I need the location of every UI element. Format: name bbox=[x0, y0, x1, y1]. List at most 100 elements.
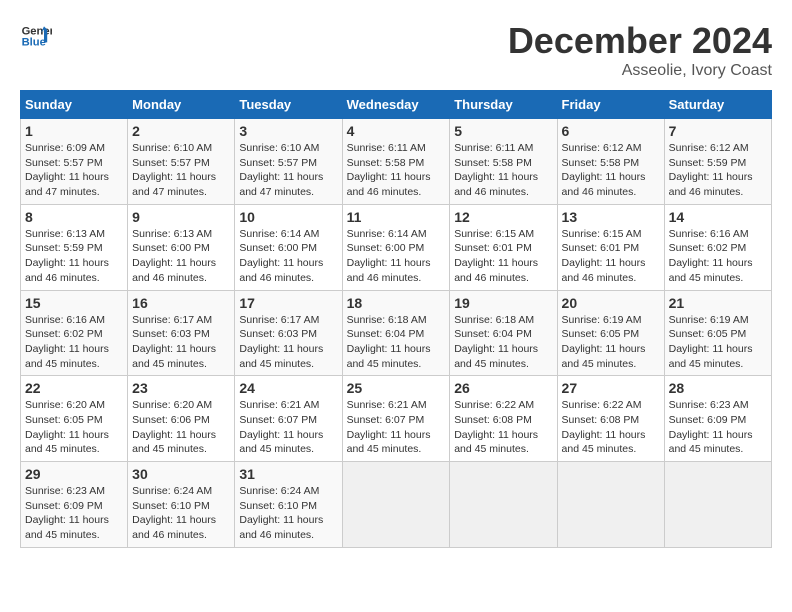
svg-text:Blue: Blue bbox=[22, 37, 46, 49]
day-number: 22 bbox=[25, 380, 123, 396]
calendar-week-0: 1 Sunrise: 6:09 AMSunset: 5:57 PMDaylight… bbox=[21, 119, 772, 205]
day-info: Sunrise: 6:18 AMSunset: 6:04 PMDaylight:… bbox=[454, 313, 552, 372]
calendar-cell: 10Sunrise: 6:14 AMSunset: 6:00 PMDayligh… bbox=[235, 204, 342, 290]
calendar-cell: 30Sunrise: 6:24 AMSunset: 6:10 PMDayligh… bbox=[128, 462, 235, 548]
day-number: 11 bbox=[347, 209, 446, 225]
logo: General Blue bbox=[20, 20, 52, 52]
day-info: Sunrise: 6:21 AMSunset: 6:07 PMDaylight:… bbox=[347, 398, 446, 457]
day-number: 27 bbox=[562, 380, 660, 396]
day-number: 7 bbox=[669, 123, 767, 139]
day-info: Sunrise: 6:16 AMSunset: 6:02 PMDaylight:… bbox=[25, 313, 123, 372]
day-info: Sunrise: 6:21 AMSunset: 6:07 PMDaylight:… bbox=[239, 398, 337, 457]
calendar-cell bbox=[664, 462, 771, 548]
calendar-cell: 20 Sunrise: 6:19 AMSunset: 6:05 PMDayligh… bbox=[557, 290, 664, 376]
calendar-week-2: 15 Sunrise: 6:16 AMSunset: 6:02 PMDayligh… bbox=[21, 290, 772, 376]
calendar-table: SundayMondayTuesdayWednesdayThursdayFrid… bbox=[20, 90, 772, 548]
calendar-cell: 8 Sunrise: 6:13 AMSunset: 5:59 PMDaylight… bbox=[21, 204, 128, 290]
day-number: 13 bbox=[562, 209, 660, 225]
day-number: 8 bbox=[25, 209, 123, 225]
calendar-cell: 16Sunrise: 6:17 AMSunset: 6:03 PMDayligh… bbox=[128, 290, 235, 376]
header-friday: Friday bbox=[557, 91, 664, 119]
calendar-cell: 27 Sunrise: 6:22 AMSunset: 6:08 PMDayligh… bbox=[557, 376, 664, 462]
day-number: 12 bbox=[454, 209, 552, 225]
header-sunday: Sunday bbox=[21, 91, 128, 119]
calendar-cell: 5 Sunrise: 6:11 AMSunset: 5:58 PMDaylight… bbox=[450, 119, 557, 205]
day-number: 19 bbox=[454, 295, 552, 311]
calendar-cell: 17 Sunrise: 6:17 AMSunset: 6:03 PMDayligh… bbox=[235, 290, 342, 376]
day-info: Sunrise: 6:14 AMSunset: 6:00 PMDaylight:… bbox=[239, 227, 337, 286]
day-info: Sunrise: 6:12 AMSunset: 5:59 PMDaylight:… bbox=[669, 141, 767, 200]
day-info: Sunrise: 6:23 AMSunset: 6:09 PMDaylight:… bbox=[669, 398, 767, 457]
day-number: 6 bbox=[562, 123, 660, 139]
calendar-cell: 19 Sunrise: 6:18 AMSunset: 6:04 PMDayligh… bbox=[450, 290, 557, 376]
day-number: 30 bbox=[132, 466, 230, 482]
day-number: 2 bbox=[132, 123, 230, 139]
day-number: 29 bbox=[25, 466, 123, 482]
day-info: Sunrise: 6:20 AMSunset: 6:06 PMDaylight:… bbox=[132, 398, 230, 457]
day-info: Sunrise: 6:23 AMSunset: 6:09 PMDaylight:… bbox=[25, 484, 123, 543]
day-info: Sunrise: 6:10 AMSunset: 5:57 PMDaylight:… bbox=[239, 141, 337, 200]
calendar-cell: 1 Sunrise: 6:09 AMSunset: 5:57 PMDaylight… bbox=[21, 119, 128, 205]
day-number: 23 bbox=[132, 380, 230, 396]
calendar-week-3: 22 Sunrise: 6:20 AMSunset: 6:05 PMDayligh… bbox=[21, 376, 772, 462]
calendar-cell: 15 Sunrise: 6:16 AMSunset: 6:02 PMDayligh… bbox=[21, 290, 128, 376]
day-number: 3 bbox=[239, 123, 337, 139]
calendar-cell: 23 Sunrise: 6:20 AMSunset: 6:06 PMDayligh… bbox=[128, 376, 235, 462]
calendar-cell: 24 Sunrise: 6:21 AMSunset: 6:07 PMDayligh… bbox=[235, 376, 342, 462]
day-number: 1 bbox=[25, 123, 123, 139]
day-info: Sunrise: 6:10 AMSunset: 5:57 PMDaylight:… bbox=[132, 141, 230, 200]
day-info: Sunrise: 6:20 AMSunset: 6:05 PMDaylight:… bbox=[25, 398, 123, 457]
header-wednesday: Wednesday bbox=[342, 91, 450, 119]
day-info: Sunrise: 6:11 AMSunset: 5:58 PMDaylight:… bbox=[347, 141, 446, 200]
day-number: 14 bbox=[669, 209, 767, 225]
day-number: 31 bbox=[239, 466, 337, 482]
day-number: 15 bbox=[25, 295, 123, 311]
page-header: General Blue December 2024 Asseolie, Ivo… bbox=[20, 20, 772, 80]
calendar-cell: 11Sunrise: 6:14 AMSunset: 6:00 PMDayligh… bbox=[342, 204, 450, 290]
day-info: Sunrise: 6:19 AMSunset: 6:05 PMDaylight:… bbox=[562, 313, 660, 372]
calendar-cell: 28 Sunrise: 6:23 AMSunset: 6:09 PMDayligh… bbox=[664, 376, 771, 462]
day-info: Sunrise: 6:18 AMSunset: 6:04 PMDaylight:… bbox=[347, 313, 446, 372]
day-info: Sunrise: 6:22 AMSunset: 6:08 PMDaylight:… bbox=[454, 398, 552, 457]
day-number: 26 bbox=[454, 380, 552, 396]
day-number: 18 bbox=[347, 295, 446, 311]
calendar-cell: 31 Sunrise: 6:24 AMSunset: 6:10 PMDayligh… bbox=[235, 462, 342, 548]
day-info: Sunrise: 6:17 AMSunset: 6:03 PMDaylight:… bbox=[239, 313, 337, 372]
day-number: 17 bbox=[239, 295, 337, 311]
day-number: 25 bbox=[347, 380, 446, 396]
calendar-cell: 26 Sunrise: 6:22 AMSunset: 6:08 PMDayligh… bbox=[450, 376, 557, 462]
day-number: 9 bbox=[132, 209, 230, 225]
svg-text:General: General bbox=[22, 25, 52, 37]
day-info: Sunrise: 6:13 AMSunset: 5:59 PMDaylight:… bbox=[25, 227, 123, 286]
calendar-cell: 18 Sunrise: 6:18 AMSunset: 6:04 PMDayligh… bbox=[342, 290, 450, 376]
day-number: 4 bbox=[347, 123, 446, 139]
month-title: December 2024 bbox=[508, 20, 772, 62]
calendar-cell: 2 Sunrise: 6:10 AMSunset: 5:57 PMDaylight… bbox=[128, 119, 235, 205]
day-number: 20 bbox=[562, 295, 660, 311]
calendar-cell bbox=[557, 462, 664, 548]
header-thursday: Thursday bbox=[450, 91, 557, 119]
day-info: Sunrise: 6:09 AMSunset: 5:57 PMDaylight:… bbox=[25, 141, 123, 200]
calendar-cell bbox=[450, 462, 557, 548]
calendar-cell: 25 Sunrise: 6:21 AMSunset: 6:07 PMDayligh… bbox=[342, 376, 450, 462]
day-info: Sunrise: 6:15 AMSunset: 6:01 PMDaylight:… bbox=[454, 227, 552, 286]
day-info: Sunrise: 6:22 AMSunset: 6:08 PMDaylight:… bbox=[562, 398, 660, 457]
title-area: December 2024 Asseolie, Ivory Coast bbox=[508, 20, 772, 80]
day-info: Sunrise: 6:19 AMSunset: 6:05 PMDaylight:… bbox=[669, 313, 767, 372]
day-number: 5 bbox=[454, 123, 552, 139]
calendar-cell bbox=[342, 462, 450, 548]
calendar-cell: 29 Sunrise: 6:23 AMSunset: 6:09 PMDayligh… bbox=[21, 462, 128, 548]
calendar-body: 1 Sunrise: 6:09 AMSunset: 5:57 PMDaylight… bbox=[21, 119, 772, 548]
calendar-cell: 21 Sunrise: 6:19 AMSunset: 6:05 PMDayligh… bbox=[664, 290, 771, 376]
day-info: Sunrise: 6:17 AMSunset: 6:03 PMDaylight:… bbox=[132, 313, 230, 372]
day-number: 28 bbox=[669, 380, 767, 396]
day-number: 21 bbox=[669, 295, 767, 311]
calendar-cell: 6Sunrise: 6:12 AMSunset: 5:58 PMDaylight… bbox=[557, 119, 664, 205]
header-monday: Monday bbox=[128, 91, 235, 119]
day-info: Sunrise: 6:11 AMSunset: 5:58 PMDaylight:… bbox=[454, 141, 552, 200]
calendar-cell: 13Sunrise: 6:15 AMSunset: 6:01 PMDayligh… bbox=[557, 204, 664, 290]
calendar-cell: 14Sunrise: 6:16 AMSunset: 6:02 PMDayligh… bbox=[664, 204, 771, 290]
day-number: 24 bbox=[239, 380, 337, 396]
day-info: Sunrise: 6:24 AMSunset: 6:10 PMDaylight:… bbox=[239, 484, 337, 543]
calendar-header-row: SundayMondayTuesdayWednesdayThursdayFrid… bbox=[21, 91, 772, 119]
